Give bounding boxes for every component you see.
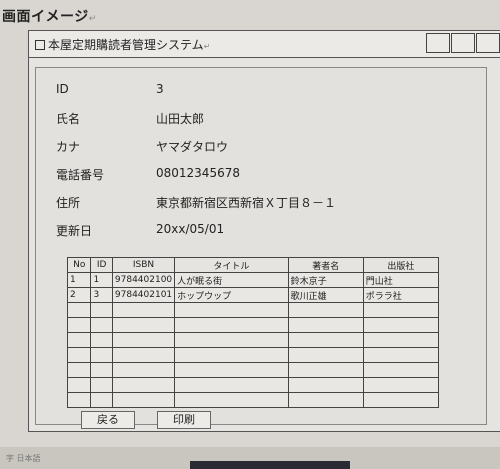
label-updated: 更新日: [56, 224, 93, 238]
value-name: 山田太郎: [156, 112, 205, 126]
minimize-button[interactable]: [426, 33, 450, 53]
taskbar: 字 日本語: [0, 447, 500, 469]
table-row-empty[interactable]: [66, 392, 440, 408]
label-phone: 電話番号: [56, 168, 105, 182]
cell-isbn: 9784402101: [111, 287, 176, 303]
print-button[interactable]: 印刷: [157, 411, 211, 429]
cell-author: 歌川正雄: [287, 287, 364, 303]
cell-title: ホップウップ: [174, 287, 289, 303]
value-id: 3: [156, 82, 164, 96]
cell-publisher: 門山社: [362, 272, 440, 288]
table-row-empty[interactable]: [66, 302, 440, 318]
label-address: 住所: [56, 196, 81, 210]
cell-isbn: 9784402100: [111, 272, 176, 288]
col-header-publisher: 出版社: [362, 257, 440, 273]
label-kana: カナ: [56, 140, 81, 154]
label-name: 氏名: [56, 112, 81, 126]
page-heading: 画面イメージ↵: [2, 9, 97, 25]
cell-id: 3: [90, 287, 113, 303]
table-row-empty[interactable]: [66, 317, 440, 333]
table-row-empty[interactable]: [66, 362, 440, 378]
table-row[interactable]: 2 3 9784402101 ホップウップ 歌川正雄 ポララ社: [66, 287, 440, 303]
cell-author: 鈴木京子: [287, 272, 364, 288]
subscription-table: No ID ISBN タイトル 著者名 出版社 1 1 9784402100 人…: [66, 257, 440, 408]
label-id: ID: [56, 82, 69, 96]
table-row[interactable]: 1 1 9784402100 人が眠る街 鈴木京子 門山社: [66, 272, 440, 288]
window-title: 本屋定期購読者管理システム↵: [35, 36, 210, 53]
title-bar: 本屋定期購読者管理システム↵: [29, 31, 500, 58]
cell-no: 1: [66, 272, 92, 288]
cell-publisher: ポララ社: [362, 287, 440, 303]
ime-indicator[interactable]: 字 日本語: [6, 453, 41, 464]
table-header-row: No ID ISBN タイトル 著者名 出版社: [66, 257, 440, 273]
table-row-empty[interactable]: [66, 332, 440, 348]
col-header-no: No: [66, 257, 92, 273]
col-header-title: タイトル: [174, 257, 289, 273]
table-row-empty[interactable]: [66, 347, 440, 363]
value-address: 東京都新宿区西新宿Ｘ丁目８－１: [156, 196, 337, 210]
app-window: 本屋定期購読者管理システム↵ ID 3 氏名 山田太郎 カナ ヤマダタロウ 電話…: [28, 30, 500, 432]
close-button[interactable]: [476, 33, 500, 53]
window-checkbox-icon[interactable]: [35, 39, 45, 50]
taskbar-app-strip: [190, 461, 350, 469]
value-kana: ヤマダタロウ: [156, 140, 229, 154]
cell-id: 1: [90, 272, 113, 288]
cell-title: 人が眠る街: [174, 272, 289, 288]
table-row-empty[interactable]: [66, 377, 440, 393]
cell-no: 2: [66, 287, 92, 303]
value-phone: 08012345678: [156, 166, 240, 180]
maximize-button[interactable]: [451, 33, 475, 53]
col-header-isbn: ISBN: [111, 257, 176, 273]
col-header-author: 著者名: [287, 257, 364, 273]
value-updated: 20xx/05/01: [156, 222, 225, 236]
col-header-id: ID: [90, 257, 113, 273]
back-button[interactable]: 戻る: [81, 411, 135, 429]
